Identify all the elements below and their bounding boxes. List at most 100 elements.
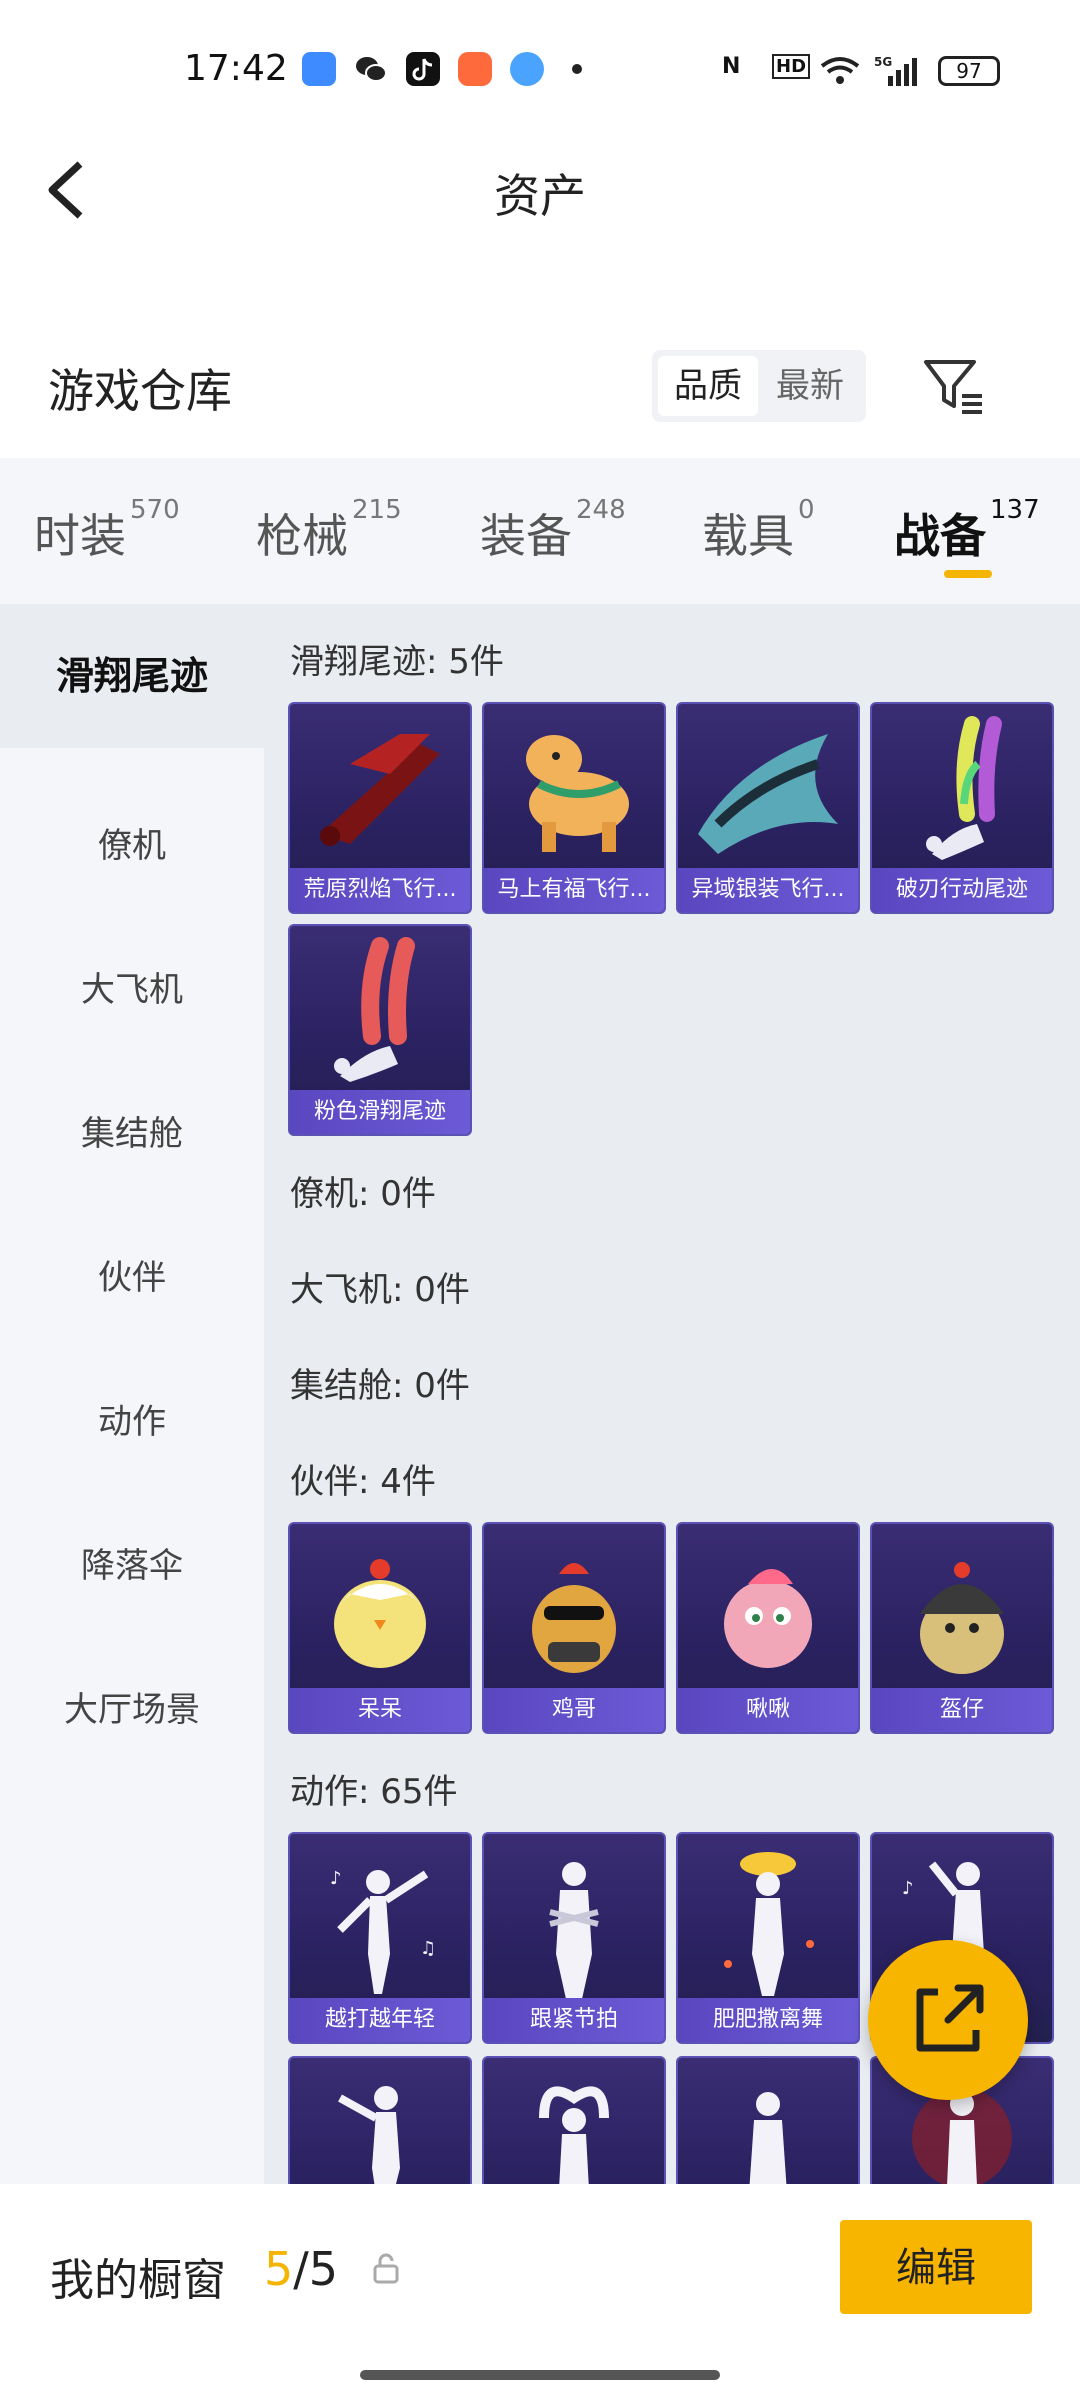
more-notifications-dot (572, 64, 582, 74)
group-title-pod: 集结舱: 0件 (290, 1366, 470, 1406)
item-card[interactable]: 啾啾 (676, 1522, 860, 1734)
category-tabs: 时装 570 枪械 215 装备 248 载具 0 战备 137 (0, 458, 1080, 604)
item-label: 盔仔 (872, 1688, 1052, 1732)
tab-count: 215 (352, 494, 402, 525)
battery-indicator: 97 (938, 56, 1000, 86)
showcase-separator: / (293, 2242, 309, 2296)
item-card[interactable]: 肥肥撒离舞 (676, 1832, 860, 2044)
home-indicator[interactable] (360, 2370, 720, 2380)
item-card[interactable]: 盔仔 (870, 1522, 1054, 1734)
heart-hands-figure-art (539, 2086, 609, 2184)
golden-dance-figure-art (724, 1852, 814, 1996)
svg-text:♪: ♪ (330, 1868, 342, 1889)
item-label: 马上有福飞行... (484, 868, 664, 912)
item-label: 鸡哥 (484, 1688, 664, 1732)
item-label: 啾啾 (678, 1688, 858, 1732)
browser-app-icon (510, 52, 544, 86)
showcase-count: 5/5 (264, 2242, 338, 2296)
tab-label: 枪械 (256, 509, 348, 563)
silver-wing-glider-art (698, 734, 838, 854)
tab-readiness[interactable]: 战备 137 (894, 495, 1040, 566)
item-label: 呆呆 (290, 1688, 470, 1732)
page-title: 资产 (494, 169, 586, 223)
share-button[interactable] (868, 1940, 1028, 2100)
tab-count: 137 (990, 494, 1040, 525)
group-title-partner: 伙伴: 4件 (290, 1462, 436, 1502)
sidebar-item-parachute[interactable]: 降落伞 (0, 1538, 264, 1587)
item-card[interactable]: 呆呆 (288, 1522, 472, 1734)
item-label: 异域银装飞行... (678, 868, 858, 912)
filter-button[interactable] (920, 356, 988, 416)
rooster-jige-art (532, 1563, 616, 1673)
smoke-trail-art (926, 716, 1002, 860)
showcase-total: 5 (308, 2242, 339, 2296)
sidebar-item-lobby-scene[interactable]: 大厅场景 (0, 1682, 264, 1731)
item-card[interactable]: ♪ ♫ 越打越年轻 (288, 1832, 472, 2044)
item-card[interactable]: 异域银装飞行... (676, 702, 860, 914)
status-bar: 17:42 N HD 5G 97 (0, 0, 1080, 140)
svg-text:♫: ♫ (420, 1938, 436, 1959)
pink-smoke-trail-art (334, 937, 415, 1082)
group-title-plane: 大飞机: 0件 (290, 1270, 470, 1310)
sidebar-item-emote[interactable]: 动作 (0, 1394, 264, 1443)
item-card[interactable]: 跟紧节拍 (482, 1832, 666, 2044)
status-time: 17:42 (184, 48, 288, 89)
chick-daidai-art (334, 1559, 426, 1668)
tab-vehicles[interactable]: 载具 0 (702, 495, 815, 566)
group-title-wingman: 僚机: 0件 (290, 1174, 436, 1214)
jump-figure-art (338, 2086, 400, 2184)
tab-fashion[interactable]: 时装 570 (34, 495, 180, 566)
sidebar-item-glide-trail[interactable]: 滑翔尾迹 (0, 604, 264, 748)
sidebar-item-partner[interactable]: 伙伴 (0, 1250, 264, 1299)
tab-label: 载具 (702, 509, 794, 563)
winged-glider-art (320, 734, 440, 846)
showcase-current: 5 (264, 2242, 294, 2296)
sidebar-item-big-plane[interactable]: 大飞机 (0, 962, 264, 1011)
tiktok-icon (406, 52, 440, 86)
item-card[interactable]: 鸡哥 (482, 1522, 666, 1734)
tab-count: 0 (798, 494, 815, 525)
sort-newest-option[interactable]: 最新 (760, 356, 860, 416)
tab-count: 248 (576, 494, 626, 525)
item-card[interactable] (676, 2056, 860, 2184)
item-card[interactable]: 粉色滑翔尾迹 (288, 924, 472, 1136)
hd-icon: HD (772, 54, 811, 79)
arms-crossed-figure-art (549, 1862, 599, 1999)
toy-horse-art (526, 735, 629, 852)
wifi-icon (818, 54, 862, 92)
item-label: 破刃行动尾迹 (872, 868, 1052, 912)
item-label: 肥肥撒离舞 (678, 1998, 858, 2042)
svg-text:5G: 5G (874, 55, 892, 69)
group-title-glide: 滑翔尾迹: 5件 (290, 642, 504, 682)
sidebar-item-pod[interactable]: 集结舱 (0, 1106, 264, 1155)
item-label: 跟紧节拍 (484, 1998, 664, 2042)
svg-text:♪: ♪ (902, 1878, 914, 1899)
item-label: 粉色滑翔尾迹 (290, 1090, 470, 1134)
wechat-icon (354, 52, 388, 86)
dancing-figure-art: ♪ ♫ (330, 1868, 436, 1994)
share-external-icon (916, 1984, 984, 2052)
tab-label: 装备 (480, 509, 572, 563)
tab-label: 时装 (34, 509, 126, 563)
tab-guns[interactable]: 枪械 215 (256, 495, 402, 566)
sort-toggle: 品质 最新 (652, 350, 866, 422)
item-card[interactable] (482, 2056, 666, 2184)
item-card[interactable]: 荒原烈焰飞行... (288, 702, 472, 914)
item-card[interactable] (288, 2056, 472, 2184)
app-notification-icon (302, 52, 336, 86)
item-label: 越打越年轻 (290, 1998, 470, 2042)
edit-button[interactable]: 编辑 (840, 2220, 1032, 2314)
tab-equipment[interactable]: 装备 248 (480, 495, 626, 566)
showcase-bar: 我的橱窗 5/5 编辑 (0, 2184, 1080, 2400)
filter-icon (924, 360, 982, 414)
sort-quality-option[interactable]: 品质 (658, 356, 758, 416)
group-title-emote: 动作: 65件 (290, 1772, 458, 1812)
tab-count: 570 (130, 494, 180, 525)
game-app-icon (458, 52, 492, 86)
signal-icon: 5G (874, 54, 924, 94)
sidebar: 滑翔尾迹 僚机 大飞机 集结舱 伙伴 动作 降落伞 大厅场景 (0, 604, 264, 2184)
lock-icon (373, 2253, 399, 2284)
item-card[interactable]: 破刃行动尾迹 (870, 702, 1054, 914)
item-card[interactable]: 马上有福飞行... (482, 702, 666, 914)
sidebar-item-wingman[interactable]: 僚机 (0, 818, 264, 867)
